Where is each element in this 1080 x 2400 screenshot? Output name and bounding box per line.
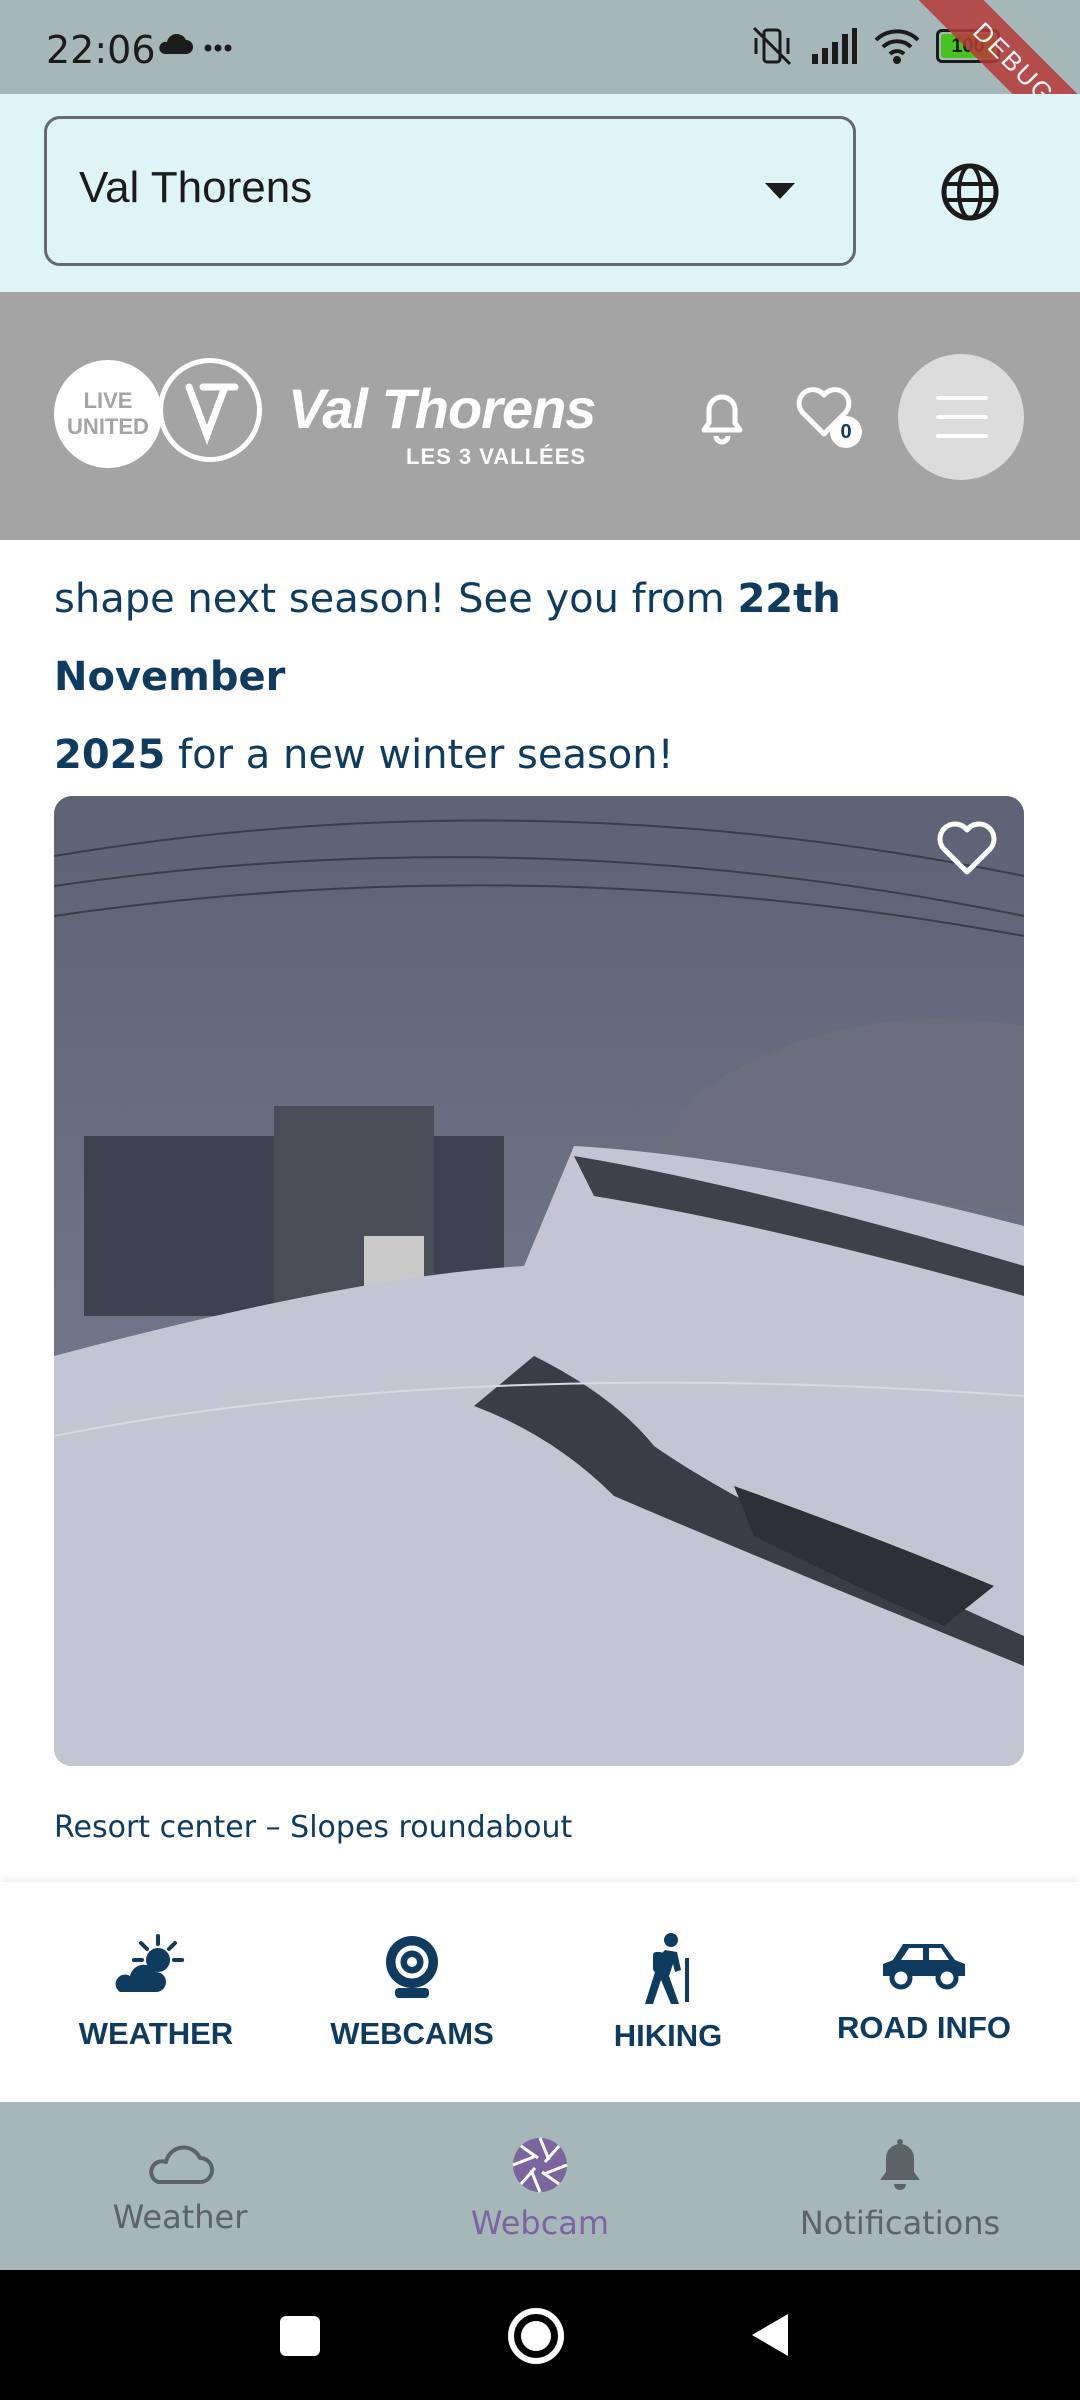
favorites-count-badge: 0 [830, 416, 862, 448]
nav-tab-weather-label: Weather [112, 2198, 248, 2236]
resort-dropdown[interactable]: Val Thorens [44, 116, 856, 266]
live-united-logo: LIVE UNITED [54, 360, 162, 468]
quick-link-road-info-label: ROAD INFO [837, 2010, 1011, 2045]
webcam-icon [386, 1936, 438, 1998]
season-year: 2025 [54, 732, 166, 778]
bottom-navigation: Weather Webcam Notifications [0, 2102, 1080, 2270]
resort-dropdown-value: Val Thorens [79, 163, 313, 212]
cloud-status-icon [159, 33, 193, 54]
hiking-icon [645, 1933, 689, 2004]
weather-icon [115, 1934, 184, 1992]
hamburger-icon [936, 396, 988, 400]
quick-link-hiking[interactable]: HIKING [558, 1932, 778, 2054]
signal-icon [812, 28, 857, 64]
logo-subtitle: LES 3 VALLÉES [406, 444, 587, 469]
quick-link-webcams-label: WEBCAMS [330, 2016, 494, 2051]
status-notification-icons [156, 30, 236, 65]
recents-square-icon[interactable] [278, 2314, 322, 2358]
val-thorens-v-logo [158, 358, 262, 462]
cloud-icon [149, 2145, 214, 2184]
system-navigation-bar [0, 2270, 1080, 2400]
webcam-favorite-heart-icon[interactable] [934, 818, 1000, 878]
mute-vibrate-icon [752, 26, 792, 66]
nav-tab-weather[interactable]: Weather [20, 2136, 340, 2236]
nav-tab-notifications-label: Notifications [799, 2204, 1001, 2242]
status-time: 22:06 [46, 28, 156, 72]
nav-tab-webcam[interactable]: Webcam [380, 2136, 700, 2242]
webcam-image[interactable] [54, 796, 1024, 1766]
bell-icon [880, 2139, 920, 2190]
quick-link-hiking-label: HIKING [613, 2018, 723, 2053]
aperture-icon [512, 2137, 568, 2193]
back-triangle-icon[interactable] [748, 2310, 792, 2360]
wifi-icon [874, 29, 920, 64]
nav-tab-notifications[interactable]: Notifications [740, 2136, 1060, 2242]
favorites-button[interactable]: 0 [794, 384, 864, 448]
globe-icon[interactable] [940, 162, 1000, 222]
home-circle-icon[interactable] [506, 2306, 566, 2366]
chevron-down-icon [765, 183, 795, 199]
bell-icon[interactable] [694, 386, 750, 446]
menu-button[interactable] [898, 354, 1024, 480]
car-icon [883, 1944, 965, 1990]
quick-link-road-info[interactable]: ROAD INFO [814, 1932, 1034, 2046]
quick-link-webcams[interactable]: WEBCAMS [302, 1932, 522, 2052]
webcam-caption: Resort center – Slopes roundabout [54, 1810, 573, 1845]
nav-tab-webcam-label: Webcam [470, 2204, 610, 2242]
webcam-snowy-slope-image [54, 796, 1024, 1766]
quick-link-weather-label: WEATHER [78, 2016, 234, 2051]
logo-name: Val Thorens [288, 377, 596, 440]
resort-selector-bar: Val Thorens [0, 94, 1080, 292]
quick-link-weather[interactable]: WEATHER [46, 1932, 266, 2052]
status-bar: 22:06 100 DEBUG [0, 0, 1080, 172]
season-message: shape next season! See you from 22th Nov… [54, 576, 841, 778]
quick-links-bar: WEATHER WEBCAMS HIKING ROAD INFO [0, 1882, 1080, 2102]
app-header: LIVE UNITED Val Thorens LES 3 VALLÉES 0 [0, 292, 1080, 540]
